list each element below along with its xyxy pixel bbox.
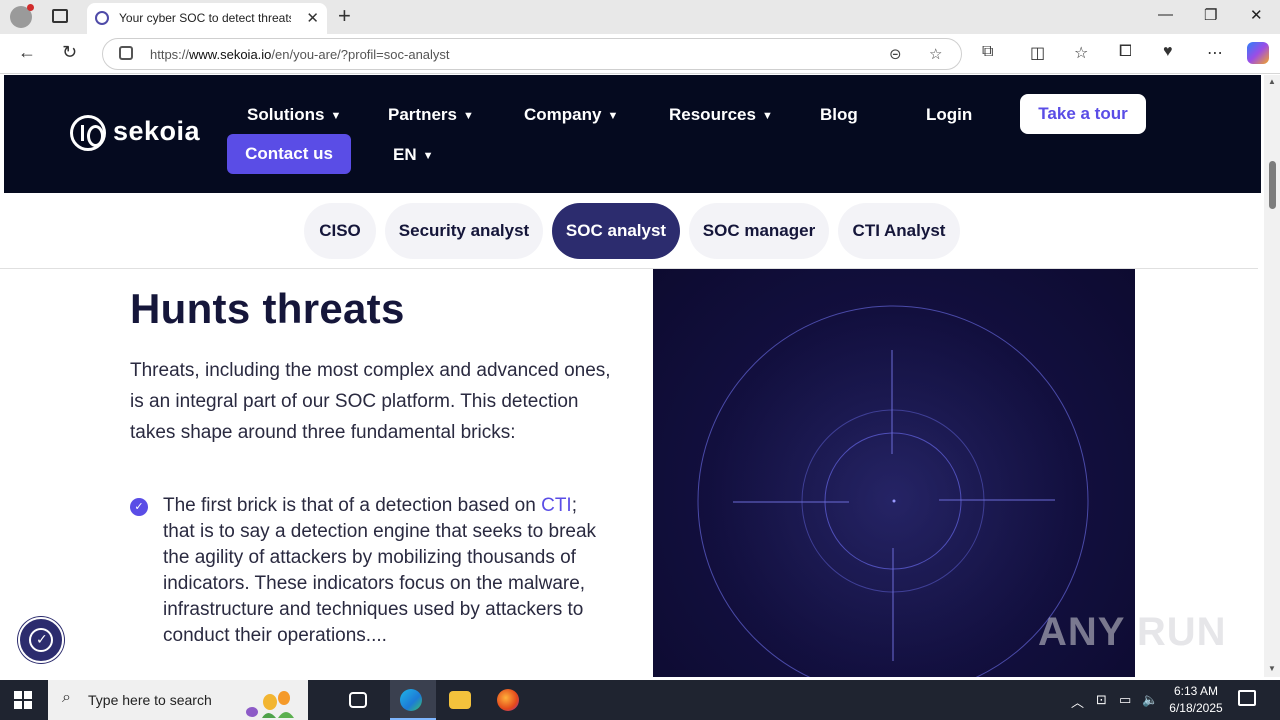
check-circle-icon: ✓ bbox=[130, 498, 148, 516]
file-explorer-icon[interactable] bbox=[449, 691, 471, 709]
site-favicon-icon bbox=[95, 11, 109, 25]
contact-us-button[interactable]: Contact us bbox=[227, 134, 351, 174]
restore-icon[interactable]: ❐ bbox=[1204, 6, 1217, 24]
accessibility-icon bbox=[29, 628, 53, 652]
scroll-up-icon[interactable]: ▲ bbox=[1268, 77, 1276, 86]
chevron-down-icon: ▼ bbox=[607, 110, 619, 122]
section-heading: Hunts threats bbox=[130, 285, 405, 332]
profile-tabs: CISO Security analyst SOC analyst SOC ma… bbox=[0, 203, 1258, 269]
site-header: sekoia Solutions ▼ Partners ▼ Company ▼ Res… bbox=[4, 75, 1261, 193]
language-selector[interactable]: EN ▼ bbox=[393, 145, 434, 165]
favorites-icon[interactable]: ☆ bbox=[1074, 43, 1088, 63]
back-icon[interactable]: ← bbox=[18, 42, 36, 63]
page-viewport: sekoia Solutions ▼ Partners ▼ Company ▼ Res… bbox=[0, 75, 1280, 677]
address-bar[interactable]: https://www.sekoia.io/en/you-are/?profil… bbox=[102, 38, 962, 70]
close-window-icon[interactable]: ✕ bbox=[1250, 6, 1263, 24]
logo-text: sekoia bbox=[113, 116, 201, 146]
chevron-down-icon: ▼ bbox=[330, 110, 342, 122]
cti-link[interactable]: CTI bbox=[541, 495, 572, 516]
take-a-tour-button[interactable]: Take a tour bbox=[1020, 94, 1146, 134]
more-menu-icon[interactable]: ⋯ bbox=[1207, 43, 1223, 63]
chevron-down-icon: ▼ bbox=[422, 150, 434, 162]
nav-resources[interactable]: Resources ▼ bbox=[669, 105, 773, 125]
url-text[interactable]: https://www.sekoia.io/en/you-are/?profil… bbox=[150, 47, 450, 62]
search-placeholder: Type here to search bbox=[88, 692, 212, 708]
nav-solutions[interactable]: Solutions ▼ bbox=[247, 105, 341, 125]
minimize-icon[interactable]: — bbox=[1158, 6, 1173, 23]
logo-mark-icon bbox=[70, 115, 106, 151]
search-icon: ⌕ bbox=[62, 689, 71, 706]
firefox-icon[interactable] bbox=[497, 689, 519, 711]
watermark: ANY RUN bbox=[1038, 610, 1227, 654]
collections-icon[interactable]: ⧠ bbox=[1119, 43, 1132, 61]
close-tab-icon[interactable]: ✕ bbox=[306, 9, 319, 27]
chevron-down-icon: ▼ bbox=[462, 110, 474, 122]
system-clock[interactable]: 6:13 AM 6/18/2025 bbox=[1166, 683, 1226, 717]
accessibility-button[interactable] bbox=[18, 617, 64, 663]
notification-icon[interactable] bbox=[1238, 690, 1256, 706]
nav-partners[interactable]: Partners ▼ bbox=[388, 105, 474, 125]
network-icon[interactable]: ▭ bbox=[1119, 692, 1131, 708]
site-info-icon[interactable] bbox=[119, 46, 133, 60]
edge-icon[interactable] bbox=[400, 689, 422, 711]
nav-company[interactable]: Company ▼ bbox=[524, 105, 618, 125]
tab-soc-manager[interactable]: SOC manager bbox=[689, 203, 829, 259]
nav-login[interactable]: Login bbox=[926, 105, 972, 125]
new-tab-icon[interactable]: + bbox=[338, 3, 351, 29]
favorite-star-icon[interactable]: ☆ bbox=[929, 45, 942, 63]
tab-actions-icon[interactable] bbox=[52, 9, 68, 23]
profile-icon[interactable] bbox=[10, 4, 34, 28]
reader-icon[interactable]: ⊝ bbox=[889, 45, 902, 63]
page-scrollbar[interactable]: ▲ ▼ bbox=[1264, 75, 1280, 677]
chevron-down-icon: ▼ bbox=[761, 110, 773, 122]
copilot-icon[interactable] bbox=[1247, 42, 1269, 64]
task-view-icon[interactable] bbox=[349, 692, 367, 708]
volume-icon[interactable]: 🔈 bbox=[1142, 692, 1158, 708]
refresh-icon[interactable]: ↻ bbox=[62, 42, 77, 63]
clock-time: 6:13 AM bbox=[1173, 684, 1219, 698]
tab-ciso[interactable]: CISO bbox=[304, 203, 376, 259]
extensions-icon[interactable]: ⧉ bbox=[982, 43, 993, 61]
browser-essentials-icon[interactable]: ♥ bbox=[1163, 43, 1173, 61]
taskbar: ⌕ Type here to search ︿ ⊡ ▭ 🔈 6:13 AM 6/… bbox=[0, 680, 1280, 720]
taskbar-search[interactable]: ⌕ Type here to search bbox=[48, 680, 308, 720]
tab-cti-analyst[interactable]: CTI Analyst bbox=[838, 203, 960, 259]
browser-toolbar: ← ↻ https://www.sekoia.io/en/you-are/?pr… bbox=[0, 34, 1280, 74]
tray-app-icon[interactable]: ⊡ bbox=[1096, 692, 1107, 708]
tab-security-analyst[interactable]: Security analyst bbox=[385, 203, 543, 259]
bullet-item: The first brick is that of a detection b… bbox=[163, 495, 597, 646]
tray-overflow-icon[interactable]: ︿ bbox=[1071, 692, 1084, 711]
clock-date: 6/18/2025 bbox=[1169, 701, 1223, 715]
scroll-down-icon[interactable]: ▼ bbox=[1268, 664, 1276, 673]
tab-title: Your cyber SOC to detect threats bbox=[119, 11, 291, 25]
scrollbar-thumb[interactable] bbox=[1269, 161, 1276, 209]
nav-blog[interactable]: Blog bbox=[820, 105, 858, 125]
intro-paragraph: Threats, including the most complex and … bbox=[130, 360, 611, 443]
tab-soc-analyst[interactable]: SOC analyst bbox=[552, 203, 680, 259]
windows-start-icon[interactable] bbox=[14, 691, 32, 709]
split-screen-icon[interactable]: ◫ bbox=[1030, 43, 1045, 63]
browser-tab[interactable]: Your cyber SOC to detect threats ✕ bbox=[87, 3, 327, 34]
search-highlight-image bbox=[246, 691, 294, 718]
browser-tab-bar: Your cyber SOC to detect threats ✕ + — ❐… bbox=[0, 0, 1280, 34]
